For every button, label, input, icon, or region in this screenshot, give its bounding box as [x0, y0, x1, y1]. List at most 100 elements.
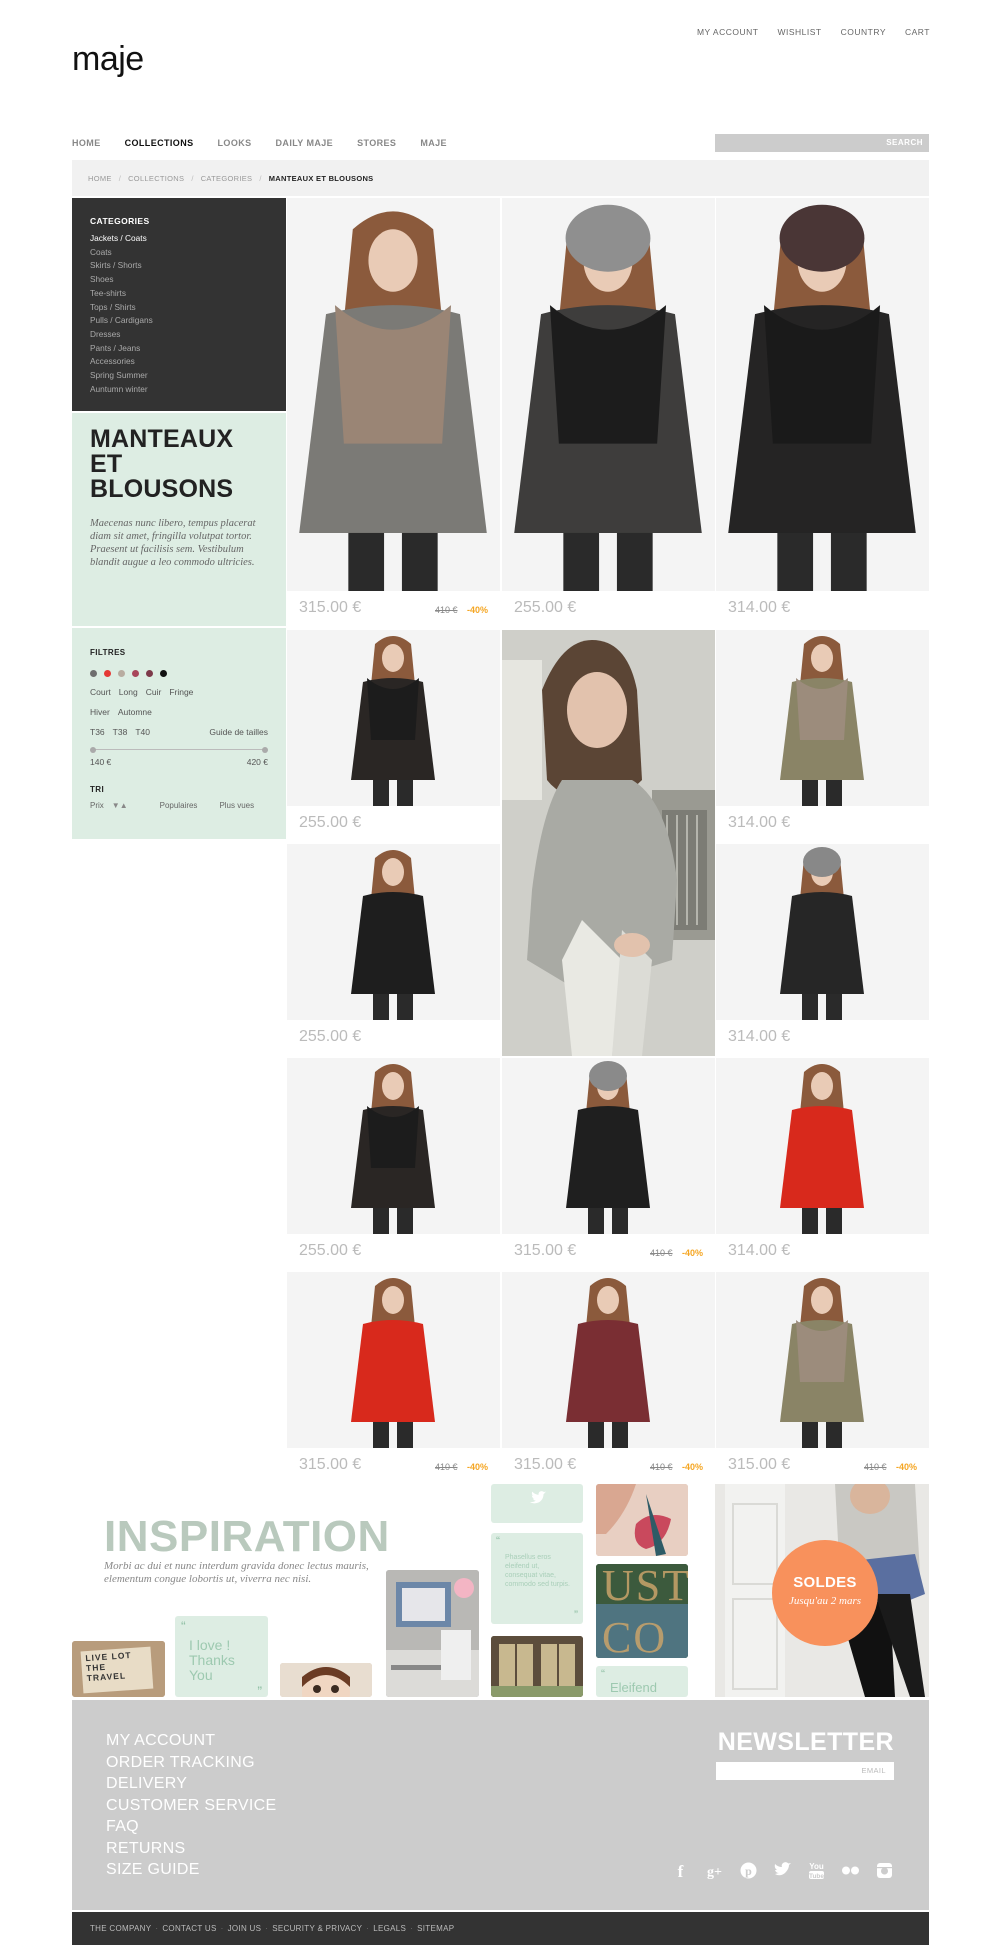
product-card[interactable]: 314.00 €: [716, 1058, 929, 1272]
filter-t38[interactable]: T38: [113, 727, 128, 737]
nav-looks[interactable]: LOOKS: [218, 138, 252, 148]
footer-bottom-link[interactable]: LEGALS: [373, 1924, 406, 1933]
footer-link[interactable]: SIZE GUIDE: [106, 1859, 276, 1881]
filter-t40[interactable]: T40: [135, 727, 150, 737]
inspiration-tile-doll[interactable]: [280, 1663, 372, 1697]
inspiration-quote-tile-3[interactable]: “ Eleifend: [596, 1666, 688, 1697]
color-swatch[interactable]: [160, 670, 167, 677]
sort-price[interactable]: Prix: [90, 801, 104, 810]
my-account-link[interactable]: MY ACCOUNT: [697, 27, 759, 37]
filter-court[interactable]: Court: [90, 687, 111, 697]
color-swatch[interactable]: [118, 670, 125, 677]
size-guide-link[interactable]: Guide de tailles: [209, 727, 268, 737]
nav-home[interactable]: HOME: [72, 138, 101, 148]
product-image[interactable]: [502, 1272, 715, 1448]
footer-link[interactable]: RETURNS: [106, 1838, 276, 1860]
footer-link[interactable]: MY ACCOUNT: [106, 1730, 276, 1752]
product-card[interactable]: 314.00 €: [716, 198, 929, 629]
breadcrumb-collections[interactable]: COLLECTIONS: [128, 174, 184, 183]
country-link[interactable]: COUNTRY: [841, 27, 886, 37]
wishlist-link[interactable]: WISHLIST: [777, 27, 821, 37]
sort-arrows-icon[interactable]: ▼▲: [112, 801, 128, 810]
product-image[interactable]: [287, 1272, 500, 1448]
price-slider-min-handle[interactable]: [90, 747, 96, 753]
inspiration-tile-sign[interactable]: UST CO: [596, 1564, 688, 1658]
google-plus-icon[interactable]: g+: [704, 1860, 725, 1881]
filter-automne[interactable]: Automne: [118, 707, 152, 717]
category-item[interactable]: Tee-shirts: [90, 287, 268, 301]
featured-look-image[interactable]: [502, 630, 715, 1056]
nav-daily-maje[interactable]: DAILY MAJE: [276, 138, 334, 148]
footer-link[interactable]: ORDER TRACKING: [106, 1752, 276, 1774]
flickr-icon[interactable]: [840, 1860, 861, 1881]
category-item[interactable]: Auntumn winter: [90, 383, 268, 397]
product-image[interactable]: [716, 1058, 929, 1234]
footer-link[interactable]: DELIVERY: [106, 1773, 276, 1795]
product-image[interactable]: [287, 1058, 500, 1234]
soldes-banner[interactable]: SOLDES Jusqu'au 2 mars: [715, 1484, 929, 1697]
twitter-icon[interactable]: [772, 1860, 793, 1881]
color-swatch[interactable]: [104, 670, 111, 677]
product-card[interactable]: 255.00 €: [287, 844, 500, 1058]
color-swatch[interactable]: [146, 670, 153, 677]
filter-fringe[interactable]: Fringe: [169, 687, 193, 697]
footer-link[interactable]: FAQ: [106, 1816, 276, 1838]
filter-t36[interactable]: T36: [90, 727, 105, 737]
product-card[interactable]: 255.00 €: [502, 198, 715, 629]
category-item[interactable]: Tops / Shirts: [90, 301, 268, 315]
category-item[interactable]: Shoes: [90, 273, 268, 287]
category-item[interactable]: Pants / Jeans: [90, 342, 268, 356]
instagram-icon[interactable]: [874, 1860, 895, 1881]
footer-bottom-link[interactable]: SITEMAP: [417, 1924, 454, 1933]
site-logo[interactable]: maje: [72, 40, 144, 79]
product-card[interactable]: 315.00 € 410 € -40%: [287, 198, 500, 629]
product-image[interactable]: [287, 198, 500, 591]
category-item[interactable]: Spring Summer: [90, 369, 268, 383]
sort-popular[interactable]: Populaires: [160, 801, 198, 810]
product-card[interactable]: 314.00 €: [716, 630, 929, 844]
breadcrumb-categories[interactable]: CATEGORIES: [201, 174, 253, 183]
filter-hiver[interactable]: Hiver: [90, 707, 110, 717]
product-image[interactable]: [716, 630, 929, 806]
search-input[interactable]: [721, 136, 861, 150]
category-item[interactable]: Jackets / Coats: [90, 232, 268, 246]
product-card[interactable]: 315.00 € 410 € -40%: [502, 1272, 715, 1486]
footer-bottom-link[interactable]: SECURITY & PRIVACY: [272, 1924, 362, 1933]
product-image[interactable]: [287, 630, 500, 806]
category-item[interactable]: Dresses: [90, 328, 268, 342]
facebook-icon[interactable]: f: [670, 1860, 691, 1881]
footer-bottom-link[interactable]: THE COMPANY: [90, 1924, 151, 1933]
color-swatch[interactable]: [132, 670, 139, 677]
inspiration-tile-window[interactable]: [491, 1636, 583, 1697]
sort-views[interactable]: Plus vues: [219, 801, 254, 810]
newsletter-field[interactable]: EMAIL: [716, 1762, 894, 1780]
product-image[interactable]: [502, 198, 715, 591]
inspiration-tile-poster[interactable]: LIVE LOT THE TRAVEL: [72, 1641, 165, 1697]
product-card[interactable]: 255.00 €: [287, 630, 500, 844]
inspiration-quote-tile[interactable]: “ I love ! Thanks You ”: [175, 1616, 268, 1697]
footer-link[interactable]: CUSTOMER SERVICE: [106, 1795, 276, 1817]
product-card[interactable]: 255.00 €: [287, 1058, 500, 1272]
inspiration-tile-desk[interactable]: [386, 1570, 479, 1697]
filter-long[interactable]: Long: [119, 687, 138, 697]
nav-stores[interactable]: STORES: [357, 138, 396, 148]
product-image[interactable]: [716, 1272, 929, 1448]
category-item[interactable]: Skirts / Shorts: [90, 259, 268, 273]
breadcrumb-home[interactable]: HOME: [88, 174, 112, 183]
product-card[interactable]: 315.00 € 410 € -40%: [287, 1272, 500, 1486]
color-swatch[interactable]: [90, 670, 97, 677]
filter-cuir[interactable]: Cuir: [146, 687, 162, 697]
product-image[interactable]: [502, 1058, 715, 1234]
price-slider-max-handle[interactable]: [262, 747, 268, 753]
product-card[interactable]: 314.00 €: [716, 844, 929, 1058]
product-image[interactable]: [716, 844, 929, 1020]
youtube-icon[interactable]: You Tube: [806, 1860, 827, 1881]
category-item[interactable]: Pulls / Cardigans: [90, 314, 268, 328]
pinterest-icon[interactable]: p: [738, 1860, 759, 1881]
footer-bottom-link[interactable]: CONTACT US: [162, 1924, 216, 1933]
category-item[interactable]: Accessories: [90, 355, 268, 369]
product-card[interactable]: 315.00 € 410 € -40%: [502, 1058, 715, 1272]
nav-maje[interactable]: MAJE: [420, 138, 447, 148]
inspiration-quote-tile-2[interactable]: “ Phasellus eros eleifend ut, consequat …: [491, 1533, 583, 1624]
cart-link[interactable]: CART: [905, 27, 930, 37]
